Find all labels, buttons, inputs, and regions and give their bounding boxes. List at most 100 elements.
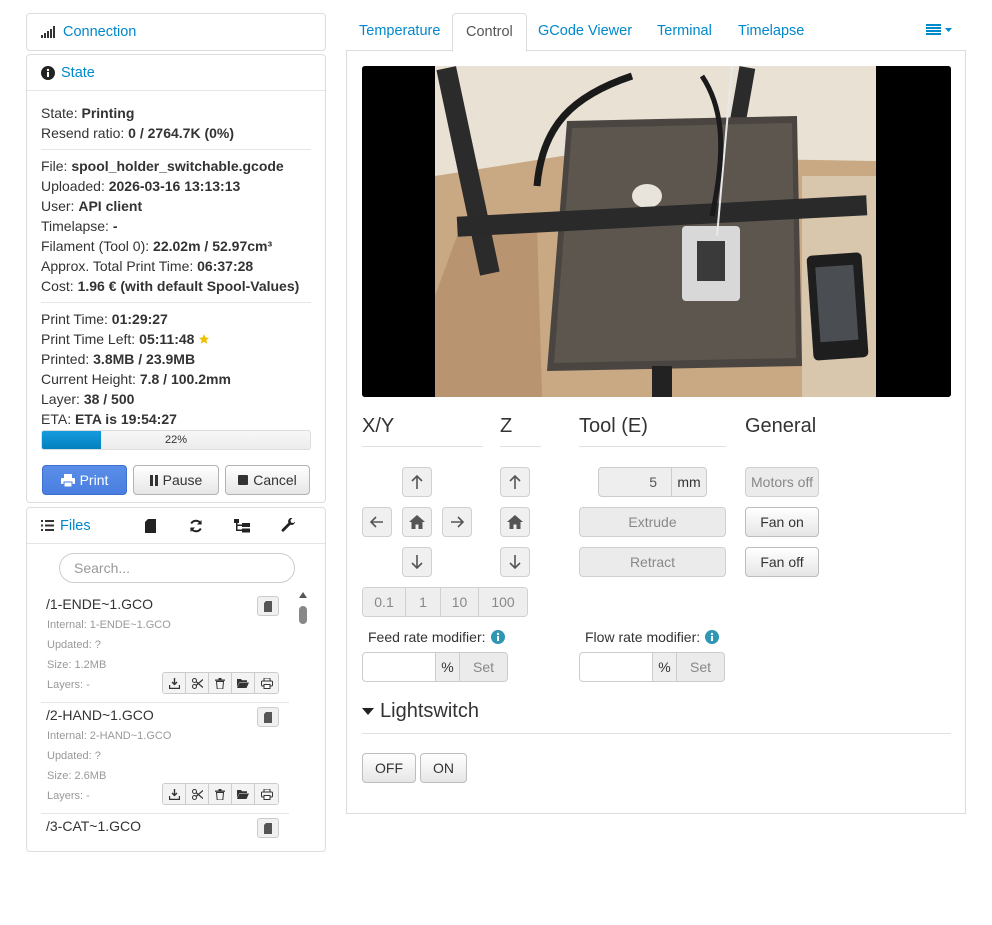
fan-on-button[interactable]: Fan on <box>745 507 819 537</box>
feed-rate-input[interactable] <box>362 652 436 682</box>
file-internal: Internal: 2-HAND~1.GCO <box>47 730 172 742</box>
home-icon <box>409 515 425 529</box>
info-icon[interactable] <box>490 630 505 644</box>
folder-open-icon[interactable] <box>232 673 255 693</box>
flow-rate-input[interactable] <box>579 652 653 682</box>
divider <box>41 302 311 303</box>
connection-header[interactable]: Connection <box>27 14 325 50</box>
motors-off-button[interactable]: Motors off <box>745 467 819 497</box>
signal-icon <box>41 26 57 38</box>
state-header[interactable]: State <box>27 55 325 91</box>
file-name: /3-CAT~1.GCO <box>46 818 142 834</box>
files-title-link[interactable]: Files <box>41 518 91 534</box>
cancel-button[interactable]: Cancel <box>225 465 310 495</box>
star-icon[interactable] <box>198 333 210 345</box>
tab-timelapse[interactable]: Timelapse <box>725 13 817 51</box>
files-toolbar <box>127 518 311 533</box>
jog-x-minus-button[interactable] <box>362 507 392 537</box>
time-left-row: Print Time Left: 05:11:48 <box>41 329 311 349</box>
file-item[interactable]: /1-ENDE~1.GCO Internal: 1-ENDE~1.GCO Upd… <box>41 592 289 703</box>
extrude-amount-input[interactable] <box>598 467 672 497</box>
file-item[interactable]: /3-CAT~1.GCO <box>41 814 289 925</box>
extrude-amount-group: mm <box>598 467 707 497</box>
arrow-right-icon <box>450 516 464 528</box>
printer-icon <box>60 473 75 487</box>
lightswitch-toggle[interactable]: Lightswitch <box>362 700 479 723</box>
info-icon[interactable] <box>705 630 720 644</box>
connection-title[interactable]: Connection <box>63 24 136 40</box>
print-progress-bar: 22% <box>41 430 311 450</box>
tab-temperature[interactable]: Temperature <box>346 13 453 51</box>
divider <box>41 149 311 150</box>
resend-label: Resend ratio: <box>41 125 125 141</box>
feed-rate-set-button[interactable]: Set <box>460 652 508 682</box>
filament-value: 22.02m / 52.97cm³ <box>153 238 273 254</box>
approx-time-value: 06:37:28 <box>197 258 254 274</box>
tab-overflow-menu[interactable] <box>926 24 952 35</box>
download-icon[interactable] <box>163 784 186 804</box>
layer-value: 38 / 500 <box>83 391 135 407</box>
refresh-icon[interactable] <box>173 519 219 533</box>
printed-label: Printed: <box>41 351 90 367</box>
trash-icon[interactable] <box>209 784 232 804</box>
step-1-button[interactable]: 1 <box>406 588 441 616</box>
home-xy-button[interactable] <box>402 507 432 537</box>
timelapse-value: - <box>112 218 118 234</box>
info-icon <box>41 65 55 80</box>
retract-button[interactable]: Retract <box>579 547 726 577</box>
file-item[interactable]: /2-HAND~1.GCO Internal: 2-HAND~1.GCO Upd… <box>41 703 289 814</box>
arrow-down-icon <box>509 555 521 569</box>
scissors-icon[interactable] <box>186 784 209 804</box>
pause-button[interactable]: Pause <box>133 465 219 495</box>
file-value: spool_holder_switchable.gcode <box>71 158 284 174</box>
extrude-button[interactable]: Extrude <box>579 507 726 537</box>
light-off-button[interactable]: OFF <box>362 753 416 783</box>
arrow-left-icon <box>370 516 384 528</box>
file-list-scrollbar[interactable] <box>297 592 309 848</box>
tab-gcode-viewer[interactable]: GCode Viewer <box>525 13 645 51</box>
resend-value: 0 / 2764.7K (0%) <box>128 125 235 141</box>
print-button[interactable]: Print <box>42 465 127 495</box>
jog-z-minus-button[interactable] <box>500 547 530 577</box>
step-100-button[interactable]: 100 <box>479 588 527 616</box>
step-0-1-button[interactable]: 0.1 <box>363 588 406 616</box>
files-panel: Files /1-ENDE~1.GCO Internal: 1-ENDE~1.G… <box>26 507 326 852</box>
sd-card-icon[interactable] <box>127 518 173 533</box>
scrollbar-thumb[interactable] <box>299 606 307 624</box>
eta-value: ETA is 19:54:27 <box>74 411 177 427</box>
step-10-button[interactable]: 10 <box>441 588 479 616</box>
flow-rate-set-button[interactable]: Set <box>677 652 725 682</box>
scroll-up-icon[interactable] <box>299 592 307 598</box>
approx-time-row: Approx. Total Print Time: 06:37:28 <box>41 256 311 276</box>
light-on-button[interactable]: ON <box>420 753 467 783</box>
jog-y-minus-button[interactable] <box>402 547 432 577</box>
arrow-down-icon <box>411 555 423 569</box>
folder-tree-icon[interactable] <box>219 518 265 533</box>
print-file-icon[interactable] <box>255 673 278 693</box>
tab-terminal[interactable]: Terminal <box>644 13 725 51</box>
jog-z-plus-button[interactable] <box>500 467 530 497</box>
folder-open-icon[interactable] <box>232 784 255 804</box>
files-title[interactable]: Files <box>60 518 91 534</box>
fan-off-button[interactable]: Fan off <box>745 547 819 577</box>
scissors-icon[interactable] <box>186 673 209 693</box>
trash-icon[interactable] <box>209 673 232 693</box>
jog-y-plus-button[interactable] <box>402 467 432 497</box>
wrench-icon[interactable] <box>265 518 311 533</box>
sd-card-icon <box>257 596 279 616</box>
printed-value: 3.8MB / 23.9MB <box>93 351 196 367</box>
state-title[interactable]: State <box>61 65 95 81</box>
cost-row: Cost: 1.96 € (with default Spool-Values) <box>41 276 311 296</box>
print-file-icon[interactable] <box>255 784 278 804</box>
sd-card-icon <box>257 818 279 838</box>
home-z-button[interactable] <box>500 507 530 537</box>
home-icon <box>507 515 523 529</box>
jog-x-plus-button[interactable] <box>442 507 472 537</box>
uploaded-label: Uploaded: <box>41 178 105 194</box>
feed-rate-label: Feed rate modifier: <box>368 629 486 645</box>
file-search-input[interactable] <box>59 553 295 583</box>
download-icon[interactable] <box>163 673 186 693</box>
feed-rate-label-row: Feed rate modifier: <box>368 629 505 645</box>
layer-row: Layer: 38 / 500 <box>41 389 311 409</box>
tab-control[interactable]: Control <box>452 13 527 52</box>
